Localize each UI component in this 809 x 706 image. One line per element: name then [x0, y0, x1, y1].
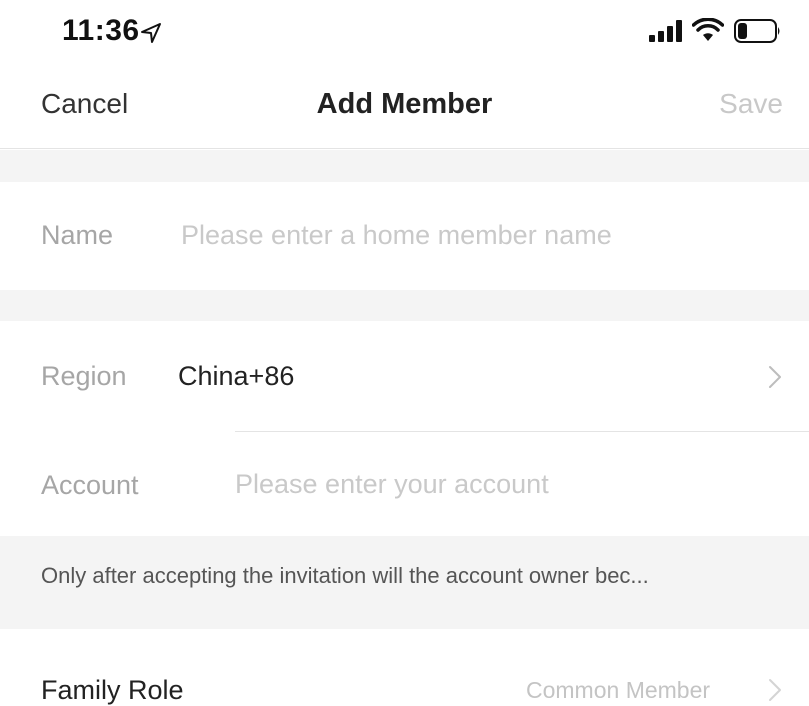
region-value[interactable]: China+86	[178, 361, 294, 392]
wifi-icon	[692, 18, 724, 41]
invitation-notice: Only after accepting the invitation will…	[0, 536, 809, 629]
status-time: 11:36	[62, 14, 140, 47]
battery-icon	[734, 19, 780, 43]
status-bar: 11:36	[0, 0, 809, 66]
name-input[interactable]: Please enter a home member name	[181, 220, 612, 251]
section-gap	[0, 290, 809, 321]
location-arrow-icon	[141, 23, 161, 43]
name-label: Name	[41, 220, 114, 250]
family-role-row[interactable]: Family Role Common Member	[0, 629, 809, 705]
region-row[interactable]: Region China+86	[0, 321, 809, 431]
account-row[interactable]: Account Please enter your account	[0, 432, 809, 536]
section-gap	[0, 150, 809, 182]
account-label: Account	[41, 470, 139, 500]
invitation-notice-text: Only after accepting the invitation will…	[41, 563, 649, 588]
page-title: Add Member	[316, 88, 493, 120]
name-row[interactable]: Name Please enter a home member name	[0, 182, 809, 290]
family-role-label: Family Role	[41, 675, 184, 705]
family-role-value[interactable]: Common Member	[526, 677, 710, 704]
save-button[interactable]: Save	[719, 88, 783, 120]
signal-bars-icon	[649, 20, 682, 42]
region-label: Region	[41, 361, 127, 391]
chevron-right-icon	[769, 366, 781, 388]
account-input[interactable]: Please enter your account	[235, 469, 549, 500]
chevron-right-icon	[769, 679, 781, 701]
navigation-bar: Cancel Add Member Save	[0, 66, 809, 149]
